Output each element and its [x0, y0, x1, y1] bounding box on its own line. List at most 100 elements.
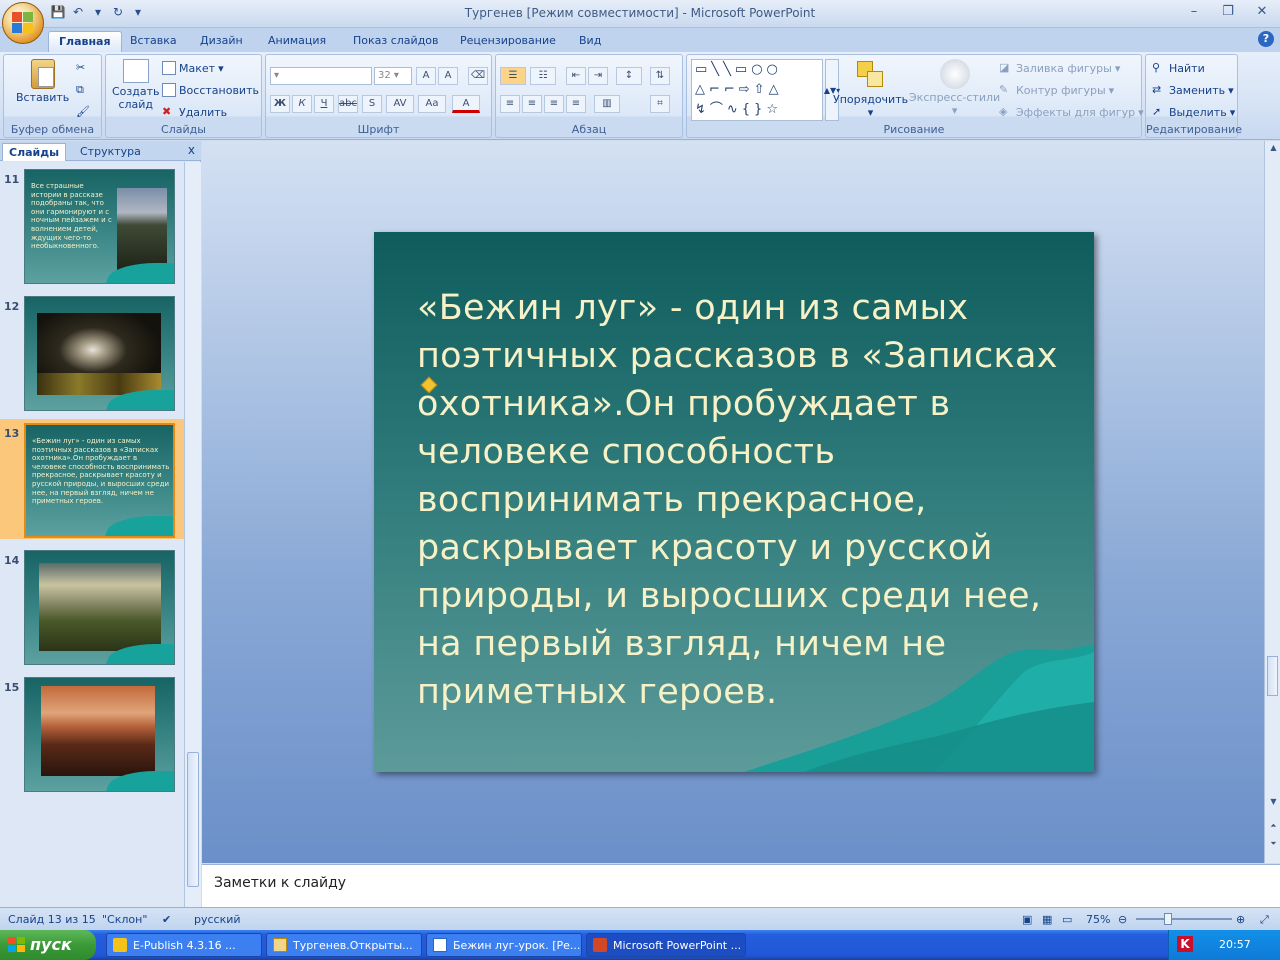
notes-pane[interactable]: Заметки к слайду	[202, 864, 1280, 907]
numbering-button[interactable]: ☷	[530, 67, 556, 85]
powerpoint-icon	[593, 938, 607, 952]
office-button[interactable]	[2, 2, 44, 44]
status-bar: Слайд 13 из 15 "Склон" ✔ русский ▣ ▦ ▭ 7…	[0, 907, 1280, 930]
slide-sorter-icon[interactable]: ▦	[1042, 913, 1052, 926]
normal-view-icon[interactable]: ▣	[1022, 913, 1032, 926]
arrange-button[interactable]: Упорядочить ▾	[833, 59, 908, 119]
cut-icon[interactable]: ✂	[76, 61, 85, 74]
bold-button[interactable]: Ж	[270, 95, 290, 113]
maximize-button[interactable]: ❐	[1216, 4, 1240, 22]
line-spacing-button[interactable]: ↕	[616, 67, 642, 85]
next-slide-icon[interactable]: ⏷	[1265, 839, 1280, 855]
tab-animation[interactable]: Анимация	[258, 31, 336, 52]
slide-thumbnail-14[interactable]: 14	[0, 546, 184, 666]
help-icon[interactable]: ?	[1258, 31, 1274, 47]
taskbar-item-folder[interactable]: Тургенев.Открыты...	[266, 933, 422, 957]
group-drawing: ▭╲╲▭○○ △⌐⌐⇨⇧△ ↯⌒∿{}☆ ▲▼▾ Упорядочить ▾ Экс…	[686, 54, 1144, 138]
editor-scrollbar[interactable]: ▲ ▼ ⏶ ⏷	[1264, 141, 1280, 863]
decrease-indent-button[interactable]: ⇤	[566, 67, 586, 85]
shapes-gallery[interactable]: ▭╲╲▭○○ △⌐⌐⇨⇧△ ↯⌒∿{}☆	[691, 59, 823, 121]
font-color-button[interactable]: A	[452, 95, 480, 113]
bullets-button[interactable]: ☰	[500, 67, 526, 85]
copy-icon[interactable]: ⧉	[76, 83, 84, 97]
thumbnail-preview	[24, 677, 175, 792]
increase-indent-button[interactable]: ⇥	[588, 67, 608, 85]
tab-home[interactable]: Главная	[48, 31, 122, 52]
close-button[interactable]: ✕	[1250, 4, 1274, 22]
paste-button[interactable]: Вставить	[16, 59, 69, 104]
shape-outline-button[interactable]: ✎ Контур фигуры ▾	[999, 83, 1114, 97]
fit-to-window-icon[interactable]: ⤢	[1260, 913, 1269, 927]
scroll-up-icon[interactable]: ▲	[1265, 143, 1280, 159]
zoom-out-icon[interactable]: ⊖	[1118, 913, 1127, 926]
thumbnail-list: 11 Все страшные истории в рассказе подоб…	[0, 162, 184, 907]
align-right-button[interactable]: ≡	[544, 95, 564, 113]
taskbar-item-word[interactable]: Бежин луг-урок. [Ре...	[426, 933, 582, 957]
thumbnail-scrollbar[interactable]	[184, 162, 201, 907]
strikethrough-button[interactable]: abc	[338, 95, 358, 113]
thumbnail-preview	[24, 550, 175, 665]
taskbar-item-epublish[interactable]: E-Publish 4.3.16 ...	[106, 933, 262, 957]
shape-effects-button[interactable]: ◈ Эффекты для фигур ▾	[999, 105, 1144, 119]
layout-button[interactable]: Макет ▾	[162, 61, 224, 75]
zoom-in-icon[interactable]: ⊕	[1236, 913, 1245, 926]
clear-format-button[interactable]: ⌫	[468, 67, 488, 85]
replace-button[interactable]: ⇄ Заменить ▾	[1152, 83, 1234, 97]
scroll-down-icon[interactable]: ▼	[1265, 797, 1280, 813]
tab-view[interactable]: Вид	[569, 31, 611, 52]
slide-thumbnail-12[interactable]: 12	[0, 292, 184, 412]
grow-font-button[interactable]: A	[416, 67, 436, 85]
find-button[interactable]: ⚲ Найти	[1152, 61, 1205, 75]
text-direction-button[interactable]: ⇅	[650, 67, 670, 85]
language-indicator[interactable]: русский	[194, 913, 241, 926]
group-label: Шрифт	[357, 123, 400, 136]
shadow-button[interactable]: S	[362, 95, 382, 113]
tab-design[interactable]: Дизайн	[190, 31, 253, 52]
quick-styles-button[interactable]: Экспресс-стили ▾	[909, 59, 1000, 117]
shrink-font-button[interactable]: A	[438, 67, 458, 85]
tab-slideshow[interactable]: Показ слайдов	[343, 31, 449, 52]
italic-button[interactable]: К	[292, 95, 312, 113]
close-pane-icon[interactable]: x	[188, 143, 195, 157]
font-size-combo[interactable]: 32 ▾	[374, 67, 412, 85]
slide-thumbnail-13[interactable]: 13 «Бежин луг» - один из самых поэтичных…	[0, 419, 184, 539]
slide-thumbnail-11[interactable]: 11 Все страшные истории в рассказе подоб…	[0, 165, 184, 285]
spellcheck-icon[interactable]: ✔	[162, 913, 171, 926]
layout-icon	[162, 61, 176, 75]
start-button[interactable]: пуск	[0, 930, 96, 960]
tab-review[interactable]: Рецензирование	[450, 31, 566, 52]
delete-slide-button[interactable]: ✖ Удалить	[162, 105, 227, 119]
columns-button[interactable]: ▥	[594, 95, 620, 113]
slide-body-text[interactable]: «Бежин луг» - один из самых поэтичных ра…	[417, 284, 1067, 716]
current-slide[interactable]: «Бежин луг» - один из самых поэтичных ра…	[374, 232, 1094, 772]
smartart-button[interactable]: ⌗	[650, 95, 670, 113]
previous-slide-icon[interactable]: ⏶	[1265, 821, 1280, 837]
sunset-field-image	[41, 686, 155, 776]
slide-thumbnail-15[interactable]: 15	[0, 673, 184, 793]
align-left-button[interactable]: ≡	[500, 95, 520, 113]
zoom-level[interactable]: 75%	[1086, 913, 1110, 926]
tab-insert[interactable]: Вставка	[120, 31, 187, 52]
justify-button[interactable]: ≡	[566, 95, 586, 113]
tab-slides[interactable]: Слайды	[2, 143, 67, 161]
format-painter-icon[interactable]: 🖌	[76, 105, 90, 118]
underline-button[interactable]: Ч	[314, 95, 334, 113]
zoom-slider[interactable]	[1136, 918, 1232, 920]
kaspersky-icon[interactable]: K	[1177, 936, 1193, 952]
reset-button[interactable]: Восстановить	[162, 83, 259, 97]
taskbar-item-powerpoint[interactable]: Microsoft PowerPoint ...	[586, 933, 746, 957]
char-spacing-button[interactable]: AV	[386, 95, 414, 113]
slideshow-icon[interactable]: ▭	[1062, 913, 1072, 926]
select-button[interactable]: ➚ Выделить ▾	[1152, 105, 1235, 119]
new-slide-icon	[122, 59, 149, 83]
font-name-combo[interactable]: ▾	[270, 67, 372, 85]
minimize-button[interactable]: –	[1182, 4, 1206, 22]
change-case-button[interactable]: Aa	[418, 95, 446, 113]
shape-fill-button[interactable]: ◪ Заливка фигуры ▾	[999, 61, 1120, 75]
align-center-button[interactable]: ≡	[522, 95, 542, 113]
zoom-slider-knob[interactable]	[1164, 913, 1172, 925]
windows-taskbar: пуск E-Publish 4.3.16 ... Тургенев.Откры…	[0, 930, 1280, 960]
tab-outline[interactable]: Структура	[74, 143, 147, 161]
clock[interactable]: 20:57	[1219, 938, 1251, 951]
new-slide-button[interactable]: Создать слайд	[112, 59, 160, 111]
